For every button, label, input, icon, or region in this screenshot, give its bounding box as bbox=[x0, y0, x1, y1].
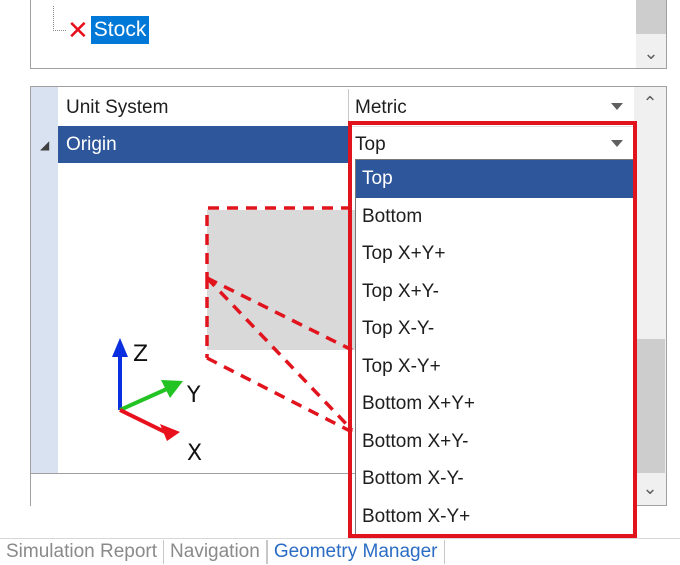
scroll-down-icon[interactable]: ⌄ bbox=[634, 478, 666, 499]
y-axis bbox=[119, 386, 170, 412]
x-axis-label: X bbox=[187, 441, 202, 466]
tab-simulation-report[interactable]: Simulation Report bbox=[0, 540, 165, 564]
tree-item-stock[interactable]: ✕ Stock bbox=[67, 14, 150, 46]
y-axis-label: Y bbox=[186, 383, 201, 408]
property-scrollbar[interactable]: ⌃ ⌄ bbox=[634, 87, 666, 505]
stock-top-face bbox=[207, 210, 357, 350]
dropdown-option[interactable]: Bottom X-Y- bbox=[356, 460, 634, 498]
dropdown-option[interactable]: Top X+Y- bbox=[356, 273, 634, 311]
dropdown-option[interactable]: Top X-Y+ bbox=[356, 348, 634, 386]
tree-connector bbox=[53, 6, 66, 31]
z-axis-label: Z bbox=[133, 342, 148, 367]
origin-dropdown[interactable]: Top bbox=[348, 126, 635, 163]
property-name: Origin bbox=[58, 126, 348, 163]
property-value: Top bbox=[355, 133, 386, 155]
origin-dropdown-list[interactable]: Top Bottom Top X+Y+ Top X+Y- Top X-Y- To… bbox=[355, 159, 635, 539]
tree-scrollbar[interactable]: ⌄ bbox=[636, 0, 666, 68]
panel-tab-bar: Simulation Report Navigation Geometry Ma… bbox=[0, 538, 680, 565]
unit-system-dropdown[interactable]: Metric bbox=[348, 89, 635, 126]
dropdown-option[interactable]: Top X+Y+ bbox=[356, 235, 634, 273]
property-scroll-thumb[interactable] bbox=[635, 339, 665, 473]
property-name: Unit System bbox=[66, 96, 169, 118]
dropdown-option[interactable]: Top X-Y- bbox=[356, 310, 634, 348]
property-row-origin[interactable]: ◢ Origin Top bbox=[40, 126, 635, 163]
tab-navigation[interactable]: Navigation bbox=[164, 540, 267, 564]
origin-diagram: Z Y X bbox=[112, 206, 357, 466]
red-x-icon: ✕ bbox=[67, 15, 89, 45]
z-axis-arrowhead bbox=[112, 338, 128, 357]
dropdown-option[interactable]: Bottom X-Y+ bbox=[356, 498, 634, 536]
tree-panel: ✕ Stock ⌄ bbox=[30, 0, 667, 69]
dropdown-option[interactable]: Bottom bbox=[356, 198, 634, 236]
dropdown-option[interactable]: Bottom X+Y+ bbox=[356, 385, 634, 423]
dropdown-caret-icon[interactable] bbox=[611, 140, 623, 147]
scroll-up-icon[interactable]: ⌃ bbox=[634, 93, 666, 114]
x-axis bbox=[119, 408, 166, 434]
collapse-triangle-icon[interactable]: ◢ bbox=[40, 138, 49, 152]
dropdown-option[interactable]: Bottom X+Y- bbox=[356, 423, 634, 461]
dropdown-caret-icon[interactable] bbox=[611, 103, 623, 110]
stock-outline-lower bbox=[206, 356, 353, 434]
tab-geometry-manager[interactable]: Geometry Manager bbox=[266, 540, 445, 564]
scroll-down-icon[interactable]: ⌄ bbox=[636, 43, 666, 64]
tree-item-label: Stock bbox=[90, 16, 150, 44]
property-value: Metric bbox=[355, 96, 407, 118]
dropdown-option[interactable]: Top bbox=[356, 160, 634, 198]
tree-scroll-thumb[interactable] bbox=[636, 0, 666, 34]
property-row-unit-system[interactable]: Unit System Metric bbox=[58, 89, 635, 127]
